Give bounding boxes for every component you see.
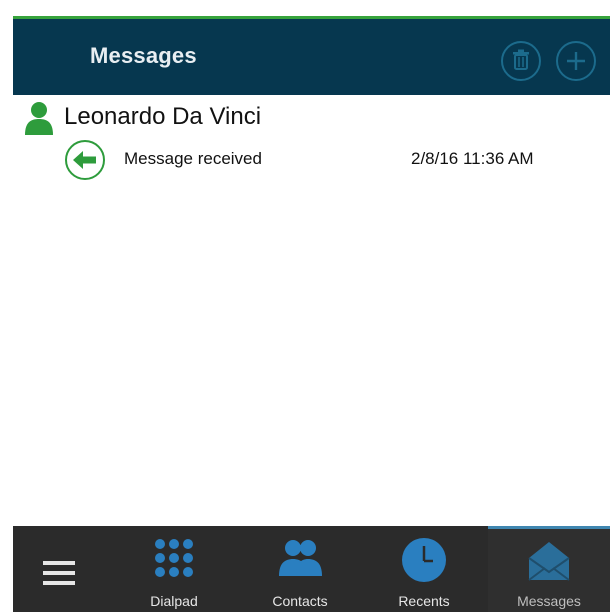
- tab-messages-label: Messages: [517, 593, 581, 609]
- dialpad-icon: [155, 539, 193, 577]
- message-summary: Message received 2/8/16 11:36 AM: [13, 139, 610, 180]
- tab-messages[interactable]: Messages: [488, 526, 610, 612]
- person-icon: [25, 102, 53, 135]
- tab-recents[interactable]: Recents: [363, 526, 485, 612]
- tab-contacts[interactable]: Contacts: [239, 526, 361, 612]
- header-bar: Messages: [13, 16, 610, 95]
- app-window: Messages Leonardo Da Vinci Message recei…: [0, 0, 610, 612]
- active-tab-indicator: [488, 526, 610, 529]
- message-timestamp: 2/8/16 11:36 AM: [411, 149, 534, 168]
- contact-name: Leonardo Da Vinci: [64, 103, 262, 130]
- conversation-list-item[interactable]: Leonardo Da Vinci Message received 2/8/1…: [13, 95, 610, 195]
- incoming-arrow-icon: [65, 140, 105, 180]
- tab-recents-label: Recents: [398, 593, 450, 609]
- menu-button[interactable]: [13, 526, 105, 612]
- message-status: Message received: [124, 149, 262, 168]
- trash-icon: [513, 49, 529, 70]
- tab-contacts-label: Contacts: [272, 593, 328, 609]
- hamburger-menu-icon: [43, 561, 75, 585]
- messages-app: Messages Leonardo Da Vinci Message recei…: [13, 16, 610, 612]
- new-message-button[interactable]: [556, 41, 596, 81]
- tab-dialpad[interactable]: Dialpad: [113, 526, 235, 612]
- tab-dialpad-label: Dialpad: [150, 593, 198, 609]
- clock-icon: [402, 538, 446, 582]
- delete-button[interactable]: [501, 41, 541, 81]
- messages-icon: [528, 542, 570, 581]
- page-title: Messages: [90, 43, 197, 68]
- plus-icon: [567, 52, 585, 70]
- bottom-tab-bar: Dialpad Contacts Recents Messages: [13, 526, 610, 612]
- contacts-icon: [279, 540, 322, 576]
